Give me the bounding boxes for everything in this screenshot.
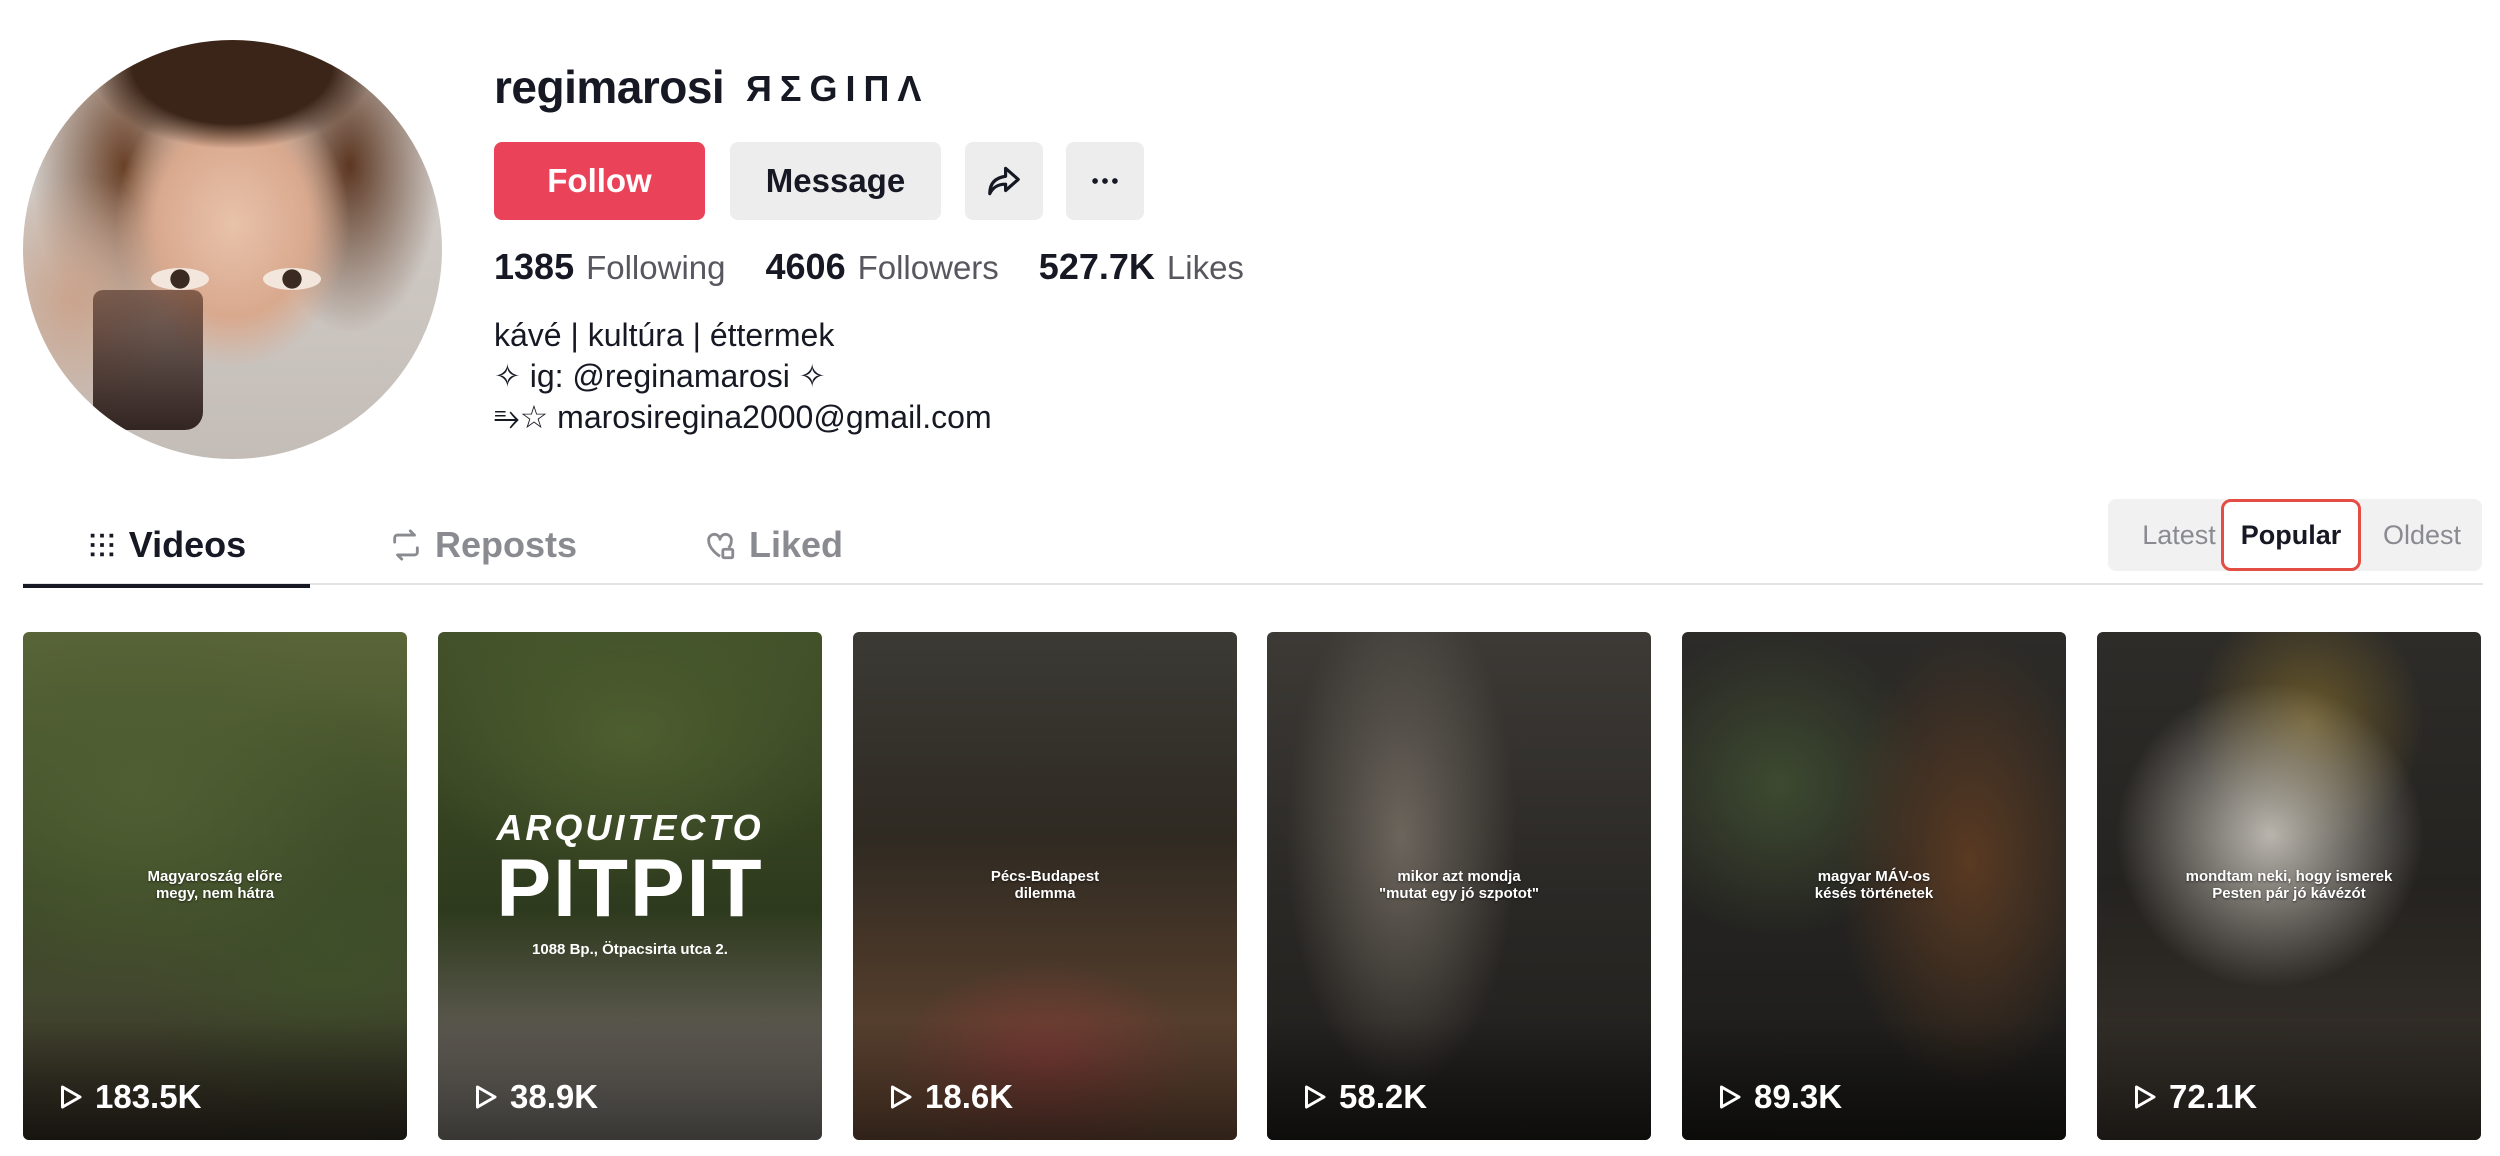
stat-likes-label: Likes	[1166, 249, 1244, 286]
play-icon	[1720, 1085, 1741, 1109]
video-views: 72.1K	[2129, 1078, 2257, 1116]
bio-line: ⥱☆ marosiregina2000@gmail.com	[494, 399, 992, 435]
video-view-count: 89.3K	[1754, 1078, 1843, 1115]
more-options-button[interactable]	[1066, 142, 1144, 220]
sort-popular[interactable]: Popular	[2221, 499, 2361, 571]
video-card[interactable]: ARQUITECTO PITPIT 1088 Bp., Ötpacsirta u…	[438, 632, 822, 1140]
share-button[interactable]	[965, 142, 1043, 220]
stat-likes: 527.7K Likes	[1039, 246, 1244, 288]
video-views: 58.2K	[1299, 1078, 1427, 1116]
tab-liked[interactable]: Liked	[663, 505, 883, 585]
share-icon	[988, 166, 1020, 196]
repost-icon	[393, 529, 419, 561]
play-icon	[476, 1085, 497, 1109]
grid-icon	[90, 533, 114, 557]
tab-videos[interactable]: Videos	[23, 505, 310, 588]
bio-line: ✧ ig: @reginamarosi ✧	[494, 358, 826, 394]
video-view-count: 72.1K	[2169, 1078, 2258, 1115]
avatar-glass	[93, 290, 203, 430]
play-icon	[891, 1085, 912, 1109]
video-logo: ARQUITECTO PITPIT 1088 Bp., Ötpacsirta u…	[438, 807, 822, 958]
video-caption: Magyaroszág előre megy, nem hátra	[147, 868, 283, 902]
follow-button[interactable]: Follow	[494, 142, 705, 220]
video-logo-address: 1088 Bp., Ötpacsirta utca 2.	[532, 941, 728, 958]
video-card[interactable]: mondtam neki, hogy ismerek Pesten pár jó…	[2097, 632, 2481, 1140]
tab-liked-label: Liked	[748, 524, 844, 565]
avatar-eye-right	[263, 268, 321, 290]
stat-followers-label: Followers	[857, 249, 999, 286]
profile-username: regimarosi	[494, 61, 725, 113]
video-caption: magyar MÁV-os késés történetek	[1814, 868, 1934, 902]
stat-following-count: 1385	[494, 246, 575, 287]
message-button[interactable]: Message	[730, 142, 941, 220]
video-views: 18.6K	[885, 1078, 1013, 1116]
profile-stats: 1385 Following 4606 Followers 527.7K Lik…	[494, 246, 1284, 288]
video-card[interactable]: Magyaroszág előre megy, nem hátra 183.5K	[23, 632, 407, 1140]
profile-nickname: ЯΣGIПΛ	[746, 68, 930, 109]
profile-avatar	[23, 40, 442, 459]
ellipsis-icon	[1092, 178, 1118, 184]
bio-line: kávé | kultúra | éttermek	[494, 317, 835, 353]
video-view-count: 183.5K	[95, 1078, 202, 1115]
tab-videos-label: Videos	[128, 524, 247, 565]
video-caption: mikor azt mondja "mutat egy jó szpotot"	[1378, 868, 1540, 902]
profile-bio: kávé | kultúra | éttermek ✧ ig: @reginam…	[494, 315, 992, 438]
heart-lock-icon	[707, 532, 735, 560]
video-grid: Magyaroszág előre megy, nem hátra 183.5K…	[23, 632, 2483, 1142]
stat-followers-count: 4606	[765, 246, 846, 287]
video-card[interactable]: Pécs-Budapest dilemma 18.6K	[853, 632, 1237, 1140]
video-view-count: 58.2K	[1339, 1078, 1428, 1115]
tab-reposts-label: Reposts	[434, 524, 578, 565]
video-card[interactable]: mikor azt mondja "mutat egy jó szpotot" …	[1267, 632, 1651, 1140]
stat-followers[interactable]: 4606 Followers	[766, 246, 999, 288]
video-caption: Pécs-Budapest dilemma	[990, 868, 1100, 902]
play-icon	[1305, 1085, 1326, 1109]
sort-oldest[interactable]: Oldest	[2362, 499, 2482, 571]
video-card[interactable]: magyar MÁV-os késés történetek 89.3K	[1682, 632, 2066, 1140]
stat-likes-count: 527.7K	[1038, 246, 1155, 287]
video-views: 38.9K	[470, 1078, 598, 1116]
play-icon	[2135, 1085, 2156, 1109]
sort-toggle: Latest Oldest Popular	[2108, 499, 2482, 571]
video-views: 89.3K	[1714, 1078, 1842, 1116]
video-logo-line: PITPIT	[496, 843, 764, 934]
video-caption: mondtam neki, hogy ismerek Pesten pár jó…	[2185, 868, 2393, 902]
video-view-count: 18.6K	[925, 1078, 1014, 1115]
video-views: 183.5K	[55, 1078, 201, 1116]
tab-reposts[interactable]: Reposts	[363, 505, 603, 585]
play-icon	[61, 1085, 82, 1109]
stat-following[interactable]: 1385 Following	[494, 246, 726, 288]
avatar-eye-left	[151, 268, 209, 290]
stat-following-label: Following	[586, 249, 726, 286]
video-view-count: 38.9K	[510, 1078, 599, 1115]
